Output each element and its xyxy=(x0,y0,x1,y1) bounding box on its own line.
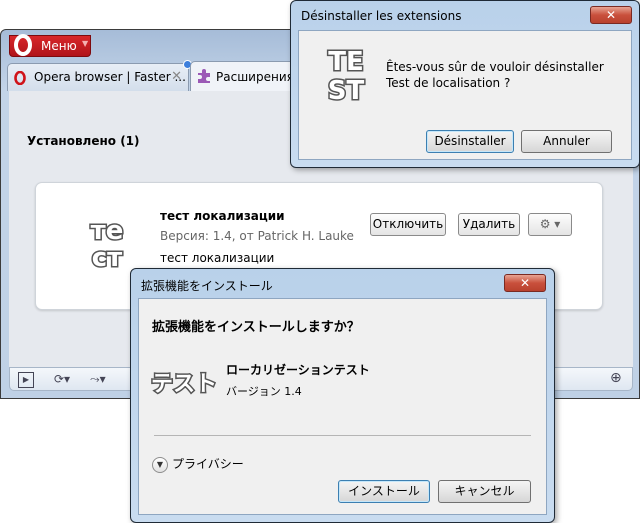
svg-text:ст: ст xyxy=(92,243,122,269)
close-icon[interactable]: ✕ xyxy=(590,6,632,24)
svg-text:テスト: テスト xyxy=(151,372,217,397)
confirm-message: Êtes-vous sûr de vouloir désinstaller Te… xyxy=(386,60,604,90)
dialog-body: 拡張機能をインストールしますか？ テスト ローカリゼーションテスト バージョン … xyxy=(138,298,547,515)
svg-text:ST: ST xyxy=(328,76,365,103)
opera-menu-button[interactable]: Меню ▼ xyxy=(9,34,91,57)
cancel-button[interactable]: キャンセル xyxy=(438,480,531,503)
tab-label: Расширения xyxy=(216,70,294,84)
dialog-body: TE ST Êtes-vous sûr de vouloir désinstal… xyxy=(298,30,632,160)
install-question: 拡張機能をインストールしますか？ xyxy=(152,320,360,335)
extension-description: тест локализации xyxy=(160,251,275,265)
menu-label: Меню xyxy=(41,39,77,53)
disable-extension-button[interactable]: Отключить xyxy=(370,213,446,236)
uninstall-dialog: Désinstaller les extensions ✕ TE ST Êtes… xyxy=(290,0,640,168)
privacy-expander[interactable]: ▼ プライバシー xyxy=(152,455,244,473)
uninstall-button[interactable]: Désinstaller xyxy=(426,130,514,153)
divider xyxy=(154,435,531,436)
install-button[interactable]: インストール xyxy=(338,480,430,503)
extension-name: тест локализации xyxy=(160,209,285,223)
puzzle-piece-icon xyxy=(198,69,210,83)
sync-icon[interactable]: ⟳▾ xyxy=(54,372,70,386)
close-tab-icon[interactable]: ✕ xyxy=(171,69,182,84)
chevron-down-icon: ▼ xyxy=(82,39,89,48)
zoom-icon[interactable]: ⊕ xyxy=(610,370,622,386)
chevron-down-icon: ▼ xyxy=(152,456,168,473)
extension-name: ローカリゼーションテスト xyxy=(226,363,370,377)
installed-header: Установлено (1) xyxy=(27,134,140,148)
cancel-button[interactable]: Annuler xyxy=(521,130,612,153)
remove-extension-button[interactable]: Удалить xyxy=(458,213,520,236)
panel-toggle-icon[interactable]: ▶ xyxy=(18,372,34,388)
extension-version: バージョン 1.4 xyxy=(226,385,302,398)
tab-extensions[interactable]: Расширения xyxy=(190,61,300,91)
extension-logo-icon: те ст xyxy=(89,215,125,270)
extension-logo-icon: テスト xyxy=(151,371,217,399)
privacy-label: プライバシー xyxy=(172,457,244,471)
install-dialog: 拡張機能をインストール ✕ 拡張機能をインストールしますか？ テスト ローカリゼ… xyxy=(130,268,555,523)
share-icon[interactable]: ⤳▾ xyxy=(90,372,106,386)
svg-text:TE: TE xyxy=(328,47,364,77)
opera-logo-icon xyxy=(14,71,26,85)
tab-opera-browser[interactable]: Opera browser | Faster ... ✕ xyxy=(7,60,192,91)
extension-version: Версия: 1.4, от Patrick H. Lauke xyxy=(160,229,354,243)
extension-logo-icon: TE ST xyxy=(326,46,366,104)
dialog-title: 拡張機能をインストール xyxy=(141,279,273,293)
dialog-title: Désinstaller les extensions xyxy=(301,9,462,23)
tab-label: Opera browser | Faster ... xyxy=(34,70,186,84)
svg-text:те: те xyxy=(91,216,124,246)
close-icon[interactable]: ✕ xyxy=(504,274,546,292)
extension-settings-button[interactable]: ⚙ ▾ xyxy=(528,213,572,236)
opera-logo-icon xyxy=(14,34,32,56)
